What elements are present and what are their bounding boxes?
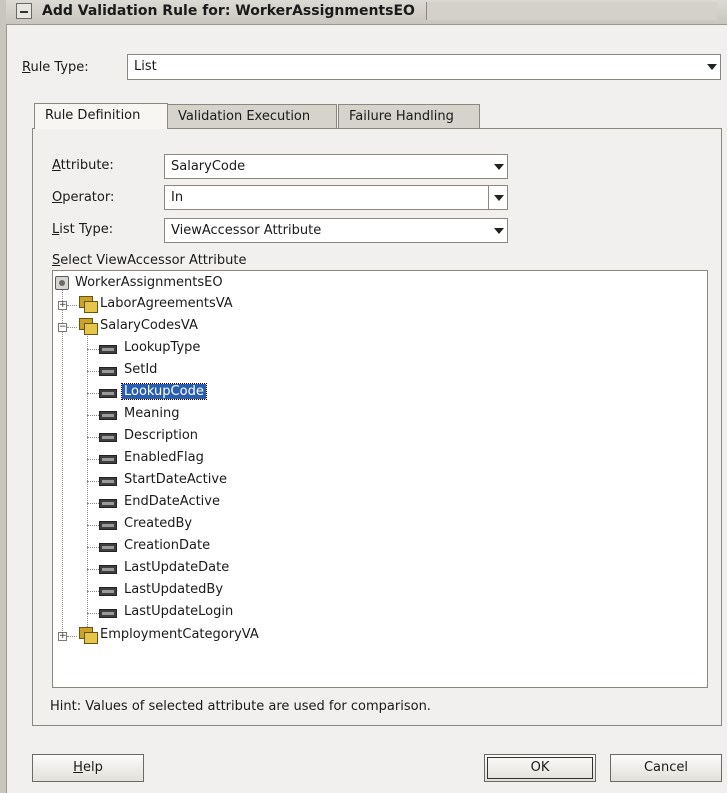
operator-select[interactable]: In <box>164 185 508 210</box>
tree-connector <box>67 305 77 306</box>
chevron-down-icon[interactable] <box>489 155 507 178</box>
tree-node-attribute[interactable]: LastUpdateDate <box>53 559 353 579</box>
tree-label: Select ViewAccessor Attribute <box>52 253 247 268</box>
attribute-icon <box>99 587 117 596</box>
attribute-icon <box>99 477 117 486</box>
title-bar[interactable]: Add Validation Rule for: WorkerAssignmen… <box>6 0 727 25</box>
operator-value: In <box>171 190 184 205</box>
tree-connector <box>87 591 99 592</box>
chevron-down-icon[interactable] <box>488 186 507 209</box>
tree-node-va[interactable]: + EmploymentCategoryVA <box>53 626 353 646</box>
tree-node-attribute[interactable]: CreationDate <box>53 537 353 557</box>
attribute-icon <box>99 367 117 376</box>
view-accessor-icon <box>79 296 98 313</box>
tree-node-attribute[interactable]: EndDateActive <box>53 493 353 513</box>
hint-text: Hint: Values of selected attribute are u… <box>50 699 431 714</box>
tree-connector <box>87 503 99 504</box>
tree-connector <box>67 327 77 328</box>
tree-connector <box>87 613 99 614</box>
attribute-icon <box>99 389 117 398</box>
tree-connector <box>87 569 99 570</box>
tree-node-attribute[interactable]: StartDateActive <box>53 471 353 491</box>
tree-node-attribute[interactable]: Meaning <box>53 405 353 425</box>
tree-connector <box>87 547 99 548</box>
tree-connector <box>87 525 99 526</box>
attribute-icon <box>99 345 117 354</box>
attribute-select[interactable]: SalaryCode <box>164 154 508 179</box>
tree-node-attribute[interactable]: LastUpdatedBy <box>53 581 353 601</box>
tab-validation-execution[interactable]: Validation Execution <box>167 104 337 128</box>
window-menu-icon[interactable] <box>16 3 32 19</box>
collapse-icon[interactable]: − <box>58 323 67 332</box>
chevron-down-icon[interactable] <box>702 55 720 79</box>
cancel-button[interactable]: Cancel <box>610 754 722 782</box>
tree-node-attribute[interactable]: LookupType <box>53 339 353 359</box>
tree-connector <box>87 415 99 416</box>
tree-node-attribute[interactable]: LastUpdateLogin <box>53 603 353 623</box>
attribute-icon <box>99 455 117 464</box>
attribute-icon <box>99 433 117 442</box>
tree-connector <box>87 393 99 394</box>
chevron-down-icon[interactable] <box>489 219 507 242</box>
attribute-icon <box>99 543 117 552</box>
help-button[interactable]: Help <box>32 754 144 782</box>
tree-node-attribute[interactable]: CreatedBy <box>53 515 353 535</box>
tree-connector <box>67 636 77 637</box>
ok-button[interactable]: OK <box>484 754 596 782</box>
view-accessor-icon <box>79 318 98 335</box>
expand-icon[interactable]: + <box>58 301 67 310</box>
attribute-label: Attribute: <box>52 158 114 173</box>
title-bar-filler <box>426 2 717 20</box>
entity-object-icon <box>55 276 69 290</box>
tab-rule-definition[interactable]: Rule Definition <box>34 103 168 129</box>
tree-node-attribute-selected[interactable]: LookupCode <box>53 383 353 403</box>
rule-type-label: Rule Type: <box>22 60 89 75</box>
rule-type-value: List <box>134 59 157 74</box>
tree-node-attribute[interactable]: SetId <box>53 361 353 381</box>
attribute-icon <box>99 499 117 508</box>
tree-connector <box>87 481 99 482</box>
tree-node-attribute[interactable]: EnabledFlag <box>53 449 353 469</box>
tree-node-va[interactable]: + LaborAgreementsVA <box>53 295 353 315</box>
rule-type-select[interactable]: List <box>127 54 721 80</box>
tree-node-va[interactable]: − SalaryCodesVA <box>53 317 353 337</box>
tab-failure-handling[interactable]: Failure Handling <box>338 104 480 128</box>
tree-node-attribute[interactable]: Description <box>53 427 353 447</box>
tree-connector <box>87 371 99 372</box>
attribute-icon <box>99 609 117 618</box>
window-left-edge <box>0 0 7 793</box>
attribute-icon <box>99 411 117 420</box>
tree-connector <box>87 459 99 460</box>
tree-node-root[interactable]: WorkerAssignmentsEO <box>53 274 353 294</box>
list-type-value: ViewAccessor Attribute <box>171 223 322 238</box>
attribute-icon <box>99 565 117 574</box>
attribute-icon <box>99 521 117 530</box>
window-title: Add Validation Rule for: WorkerAssignmen… <box>42 3 415 19</box>
add-validation-rule-dialog: Add Validation Rule for: WorkerAssignmen… <box>0 0 727 793</box>
close-icon[interactable] <box>717 4 727 18</box>
operator-label: Operator: <box>52 190 115 205</box>
view-accessor-tree[interactable]: WorkerAssignmentsEO + LaborAgreementsVA … <box>52 270 708 688</box>
tree-connector <box>87 349 99 350</box>
list-type-label: List Type: <box>52 222 114 237</box>
expand-icon[interactable]: + <box>58 632 67 641</box>
attribute-value: SalaryCode <box>171 159 246 174</box>
view-accessor-icon <box>79 627 98 644</box>
tree-connector <box>87 437 99 438</box>
list-type-select[interactable]: ViewAccessor Attribute <box>164 218 508 243</box>
